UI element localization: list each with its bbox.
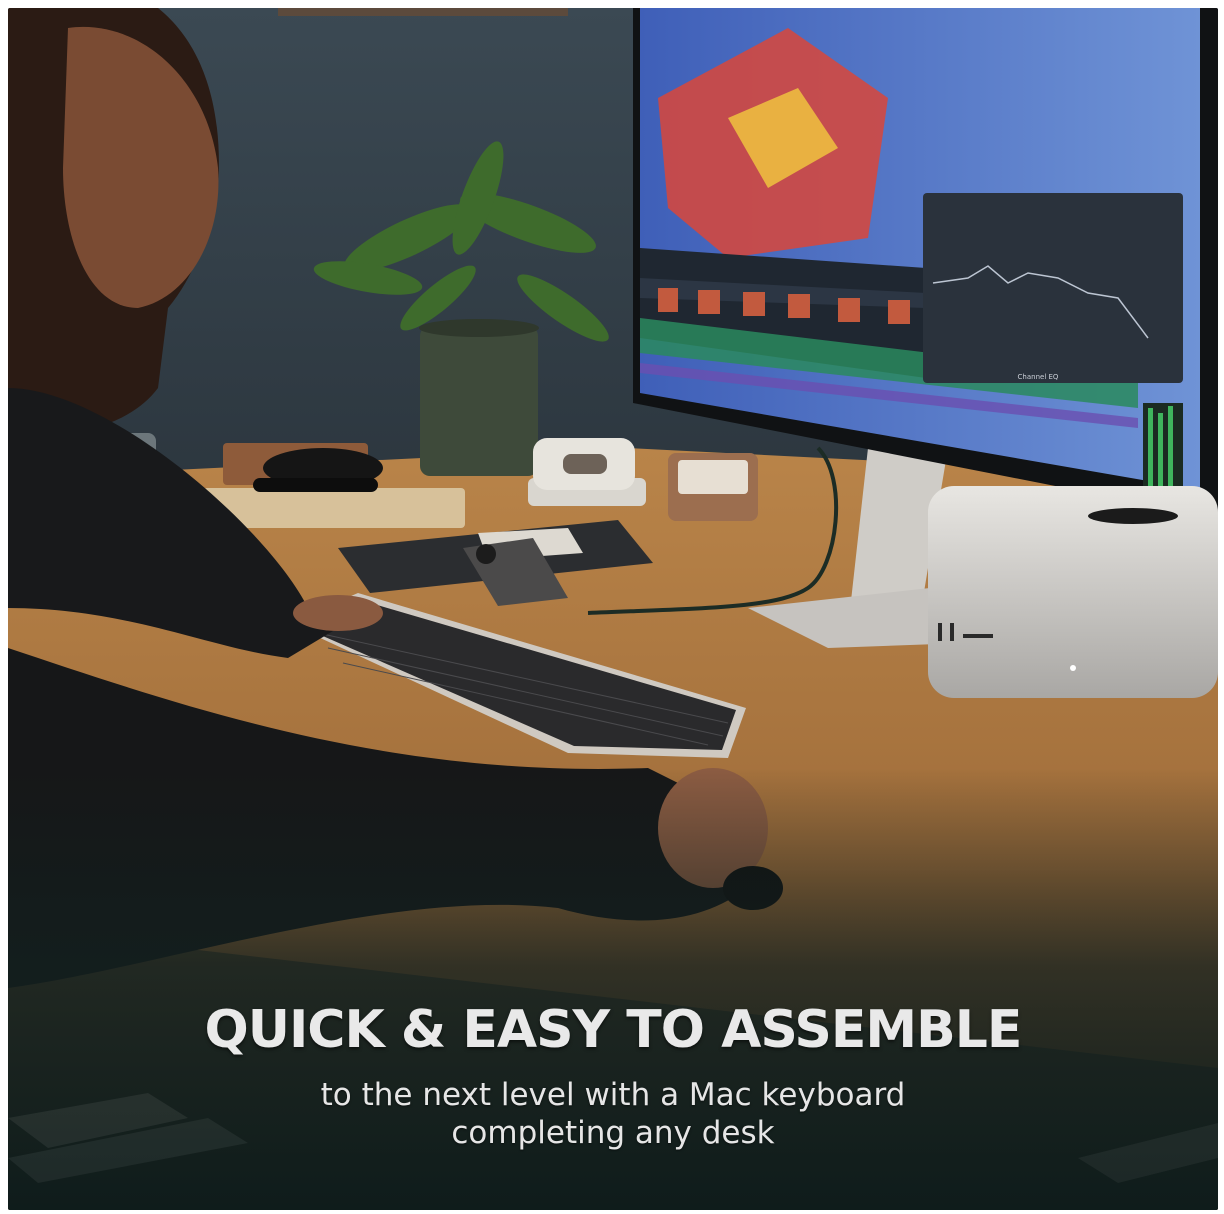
subtitle: to the next level with a Mac keyboard co… [8, 1076, 1218, 1152]
headline: QUICK & EASY TO ASSEMBLE [204, 1000, 1023, 1060]
mac-studio-icon [928, 486, 1218, 698]
product-image: Channel EQ QUICK & EASY TO ASSEMBLE to t… [8, 8, 1218, 1210]
hole-punch-icon [528, 438, 646, 506]
subtitle-line-2: completing any desk [451, 1115, 775, 1151]
svg-text:Channel EQ: Channel EQ [1018, 373, 1059, 381]
subtitle-line-1: to the next level with a Mac keyboard [320, 1077, 906, 1113]
